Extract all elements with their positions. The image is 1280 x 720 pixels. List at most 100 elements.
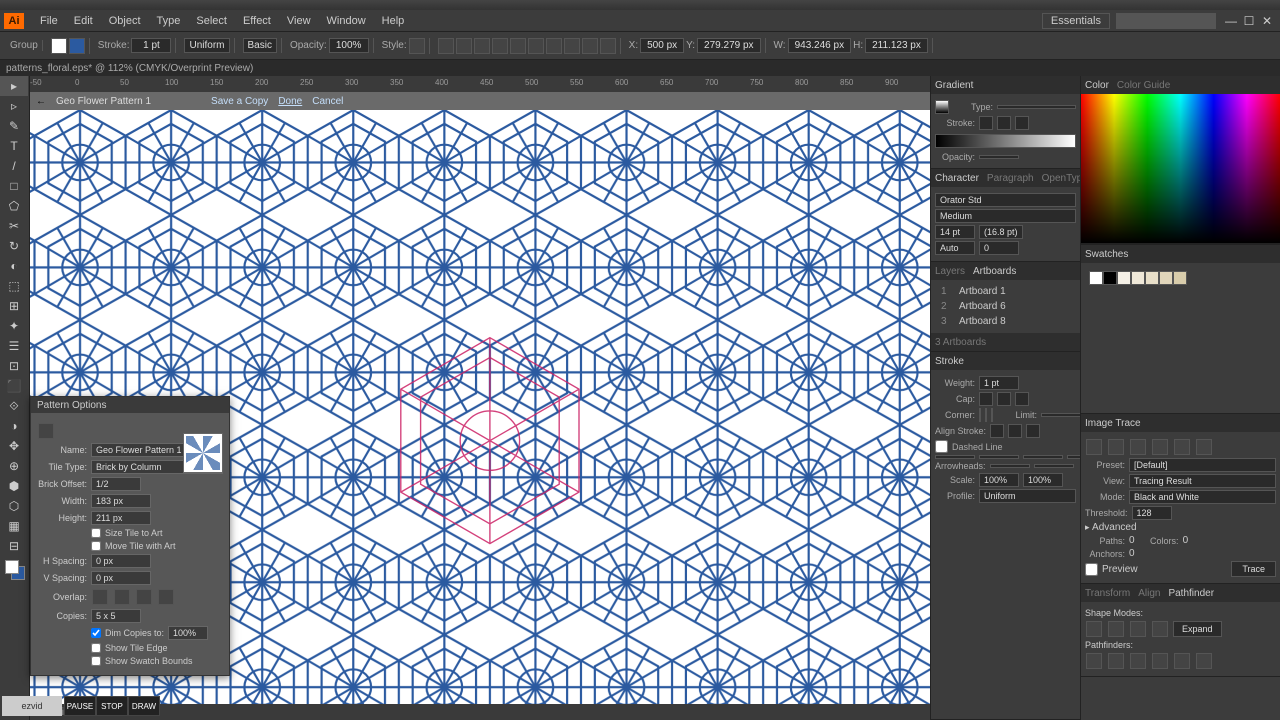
preview-checkbox[interactable] (1085, 563, 1098, 576)
gradient-swatch-icon[interactable] (935, 100, 949, 114)
rectangle-tool[interactable]: □ (0, 176, 28, 196)
menu-edit[interactable]: Edit (66, 15, 101, 27)
font-weight-select[interactable]: Medium (935, 209, 1076, 223)
arrow-scale-2[interactable]: 100% (1023, 473, 1063, 487)
move-with-art-checkbox[interactable] (91, 541, 101, 551)
trace-threshold-field[interactable]: 128 (1132, 506, 1172, 520)
image-trace-tab[interactable]: Image Trace (1085, 418, 1141, 429)
swatch-item[interactable] (1173, 271, 1187, 285)
size-to-art-checkbox[interactable] (91, 528, 101, 538)
direct-selection-tool[interactable]: ▹ (0, 96, 28, 116)
align-btn-4[interactable] (492, 38, 508, 54)
line-tool[interactable]: / (0, 156, 28, 176)
swatch-item[interactable] (1131, 271, 1145, 285)
swatch-item[interactable] (1159, 271, 1173, 285)
artboard-tool[interactable]: ⬢ (0, 476, 28, 496)
scale-tool[interactable]: ◐ (0, 256, 28, 276)
perspective-tool[interactable]: ☰ (0, 336, 28, 356)
artboards-tab[interactable]: Artboards (973, 266, 1016, 277)
overlap-btn-2[interactable] (114, 589, 130, 605)
align-btn-1[interactable] (438, 38, 454, 54)
swatches-tab[interactable]: Swatches (1085, 249, 1128, 260)
slice-tool[interactable]: ⬡ (0, 496, 28, 516)
align-btn-8[interactable] (564, 38, 580, 54)
exclude-button[interactable] (1152, 621, 1168, 637)
w-field[interactable]: 943.246 px (788, 38, 852, 53)
swatch-item[interactable] (1103, 271, 1117, 285)
width-tool[interactable]: ⬚ (0, 276, 28, 296)
font-size-field[interactable]: 14 pt (935, 225, 975, 239)
color-guide-tab[interactable]: Color Guide (1117, 80, 1170, 91)
artboard-row[interactable]: 3Artboard 8 (935, 314, 1076, 329)
h-field[interactable]: 211.123 px (865, 38, 928, 53)
arrow-scale-1[interactable]: 100% (979, 473, 1019, 487)
character-tab[interactable]: Character (935, 173, 979, 184)
opacity-field[interactable]: 100% (329, 38, 369, 53)
back-icon[interactable]: ← (36, 96, 46, 107)
overlap-btn-4[interactable] (158, 589, 174, 605)
zoom-tool[interactable]: ⊟ (0, 536, 28, 556)
align-tab[interactable]: Align (1138, 588, 1160, 599)
color-spectrum[interactable] (1081, 94, 1280, 244)
trace-button[interactable]: Trace (1231, 561, 1276, 577)
paintbrush-tool[interactable]: ⬠ (0, 196, 28, 216)
stroke-tab[interactable]: Stroke (935, 356, 964, 367)
pause-button[interactable]: PAUSE (64, 696, 96, 716)
swatch-item[interactable] (1117, 271, 1131, 285)
stroke-profile-select[interactable]: Uniform (979, 489, 1076, 503)
minimize-button[interactable]: — (1222, 14, 1240, 28)
menu-type[interactable]: Type (149, 15, 189, 27)
stroke-profile-select[interactable]: Uniform (184, 38, 229, 53)
align-btn-7[interactable] (546, 38, 562, 54)
eyedropper-tool[interactable]: ⟐ (0, 396, 28, 416)
pathfinder-tab[interactable]: Pathfinder (1168, 588, 1214, 599)
align-btn-5[interactable] (510, 38, 526, 54)
gradient-tool[interactable]: ⬛ (0, 376, 28, 396)
show-tile-edge-checkbox[interactable] (91, 643, 101, 653)
close-button[interactable]: ✕ (1258, 14, 1276, 28)
rotate-tool[interactable]: ↻ (0, 236, 28, 256)
menu-help[interactable]: Help (374, 15, 413, 27)
expand-button[interactable]: Expand (1173, 621, 1222, 637)
overlap-btn-1[interactable] (92, 589, 108, 605)
menu-view[interactable]: View (279, 15, 319, 27)
graph-tool[interactable]: ⊕ (0, 456, 28, 476)
paragraph-tab[interactable]: Paragraph (987, 173, 1034, 184)
advanced-toggle[interactable]: ▸ Advanced (1085, 522, 1137, 533)
swatch-item[interactable] (1145, 271, 1159, 285)
color-tab[interactable]: Color (1085, 80, 1109, 91)
copies-select[interactable]: 5 x 5 (91, 609, 141, 623)
dashed-line-checkbox[interactable] (935, 440, 948, 453)
done-link[interactable]: Done (278, 96, 302, 107)
shape-builder-tool[interactable]: ✦ (0, 316, 28, 336)
stroke-swatch[interactable] (69, 38, 85, 54)
type-tool[interactable]: T (0, 136, 28, 156)
transform-tab[interactable]: Transform (1085, 588, 1130, 599)
trace-view-select[interactable]: Tracing Result (1129, 474, 1276, 488)
intersect-button[interactable] (1130, 621, 1146, 637)
font-family-select[interactable]: Orator Std (935, 193, 1076, 207)
draw-button[interactable]: DRAW (128, 696, 160, 716)
gradient-opacity-field[interactable] (979, 155, 1019, 159)
cancel-link[interactable]: Cancel (312, 96, 343, 107)
dim-copies-checkbox[interactable] (91, 628, 101, 638)
save-copy-link[interactable]: Save a Copy (211, 96, 268, 107)
x-field[interactable]: 500 px (640, 38, 684, 53)
menu-object[interactable]: Object (101, 15, 149, 27)
maximize-button[interactable]: ☐ (1240, 14, 1258, 28)
menu-effect[interactable]: Effect (235, 15, 279, 27)
dim-copies-field[interactable]: 100% (168, 626, 208, 640)
hand-tool[interactable]: ▦ (0, 516, 28, 536)
menu-file[interactable]: File (32, 15, 66, 27)
align-btn-3[interactable] (474, 38, 490, 54)
tile-height-field[interactable]: 211 px (91, 511, 151, 525)
artboard-row[interactable]: 2Artboard 6 (935, 299, 1076, 314)
stroke-weight-field[interactable]: 1 pt (979, 376, 1019, 390)
unite-button[interactable] (1086, 621, 1102, 637)
brush-select[interactable]: Basic (243, 38, 277, 53)
fill-swatch[interactable] (51, 38, 67, 54)
trace-preset-select[interactable]: [Default] (1129, 458, 1276, 472)
trace-mode-select[interactable]: Black and White (1129, 490, 1276, 504)
y-field[interactable]: 279.279 px (697, 38, 761, 53)
align-btn-10[interactable] (600, 38, 616, 54)
